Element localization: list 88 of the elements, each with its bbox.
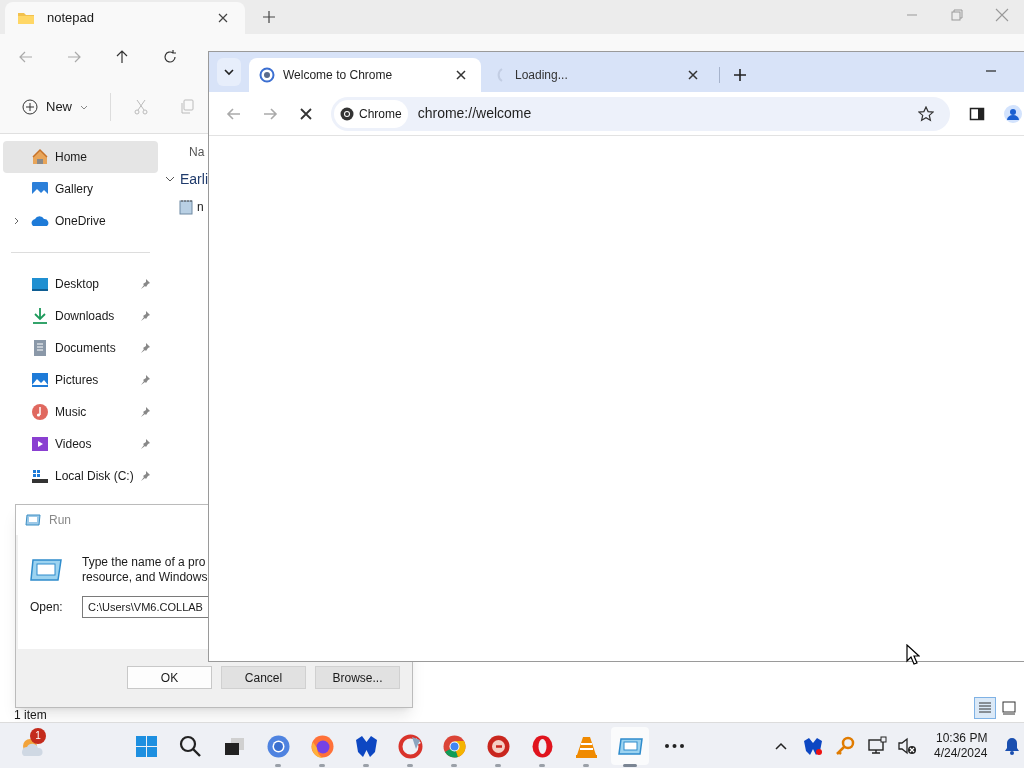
sidebar-item[interactable]: Gallery [3, 173, 158, 205]
chevron-down-icon[interactable] [165, 174, 175, 184]
restore-icon [950, 9, 963, 21]
explorer-tab[interactable]: notepad [5, 2, 245, 34]
back-icon [226, 105, 242, 122]
dialog-button[interactable]: Cancel [221, 666, 306, 689]
bookmark-star-icon [918, 105, 934, 122]
close-icon [994, 8, 1009, 22]
sidebar-item[interactable]: OneDrive [3, 205, 158, 237]
music-note-icon [31, 403, 49, 421]
tab-search-icon [224, 67, 234, 77]
open-field[interactable]: C:\Users\VM6.COLLAB [82, 596, 209, 618]
dialog-button[interactable]: Browse... [315, 666, 400, 689]
dialog-message: resource, and Windows [82, 570, 208, 585]
copy-icon [179, 98, 195, 115]
notepad-icon [179, 199, 193, 215]
notification-badge: 1 [30, 728, 46, 744]
spinner-icon [259, 67, 275, 83]
column-header[interactable]: Na [189, 140, 205, 164]
chevron-right-icon[interactable] [13, 217, 21, 225]
document-icon [31, 339, 49, 357]
chrome-icon [441, 733, 467, 759]
bell-icon [1004, 737, 1021, 755]
field-label: Open: [30, 599, 64, 616]
sidebar-item[interactable]: Pictures [3, 364, 158, 396]
url-text: chrome://welcome [417, 104, 533, 123]
sidebar-item[interactable]: Downloads [3, 300, 158, 332]
more-icon [664, 744, 684, 748]
tab-search-button[interactable] [217, 58, 241, 86]
stop-icon [299, 106, 313, 121]
shield-m-icon [353, 733, 379, 759]
sidebar-item[interactable]: Music [3, 396, 158, 428]
dialog-title: Run [49, 512, 71, 529]
download-icon [31, 307, 49, 325]
profile-icon [1004, 104, 1022, 123]
sidebar-item[interactable]: Desktop [3, 268, 158, 300]
close-tab-icon [455, 69, 467, 81]
network-monitor-icon [867, 736, 887, 756]
sidebar-item[interactable]: Home [3, 141, 158, 173]
forward-icon [262, 105, 278, 122]
dialog-button[interactable]: OK [127, 666, 212, 689]
side-panel-icon [969, 105, 985, 122]
speaker-muted-icon [897, 736, 917, 756]
browser-tab[interactable]: Loading... [481, 58, 713, 92]
video-icon [31, 435, 49, 453]
folder-icon [17, 11, 35, 25]
address-bar[interactable]: Chrome chrome://welcome [331, 96, 950, 131]
image-icon [31, 180, 49, 198]
firefox-icon [309, 733, 335, 759]
search-icon [177, 733, 203, 759]
key-icon [835, 736, 855, 756]
windows-logo-icon [133, 733, 159, 759]
clock[interactable]: 10:36 PM 4/24/2024 [928, 731, 994, 761]
new-tab-icon [733, 68, 747, 82]
status-text: 1 item [14, 709, 47, 721]
forward-icon [66, 49, 82, 65]
shield-m-icon [803, 736, 823, 756]
refresh-icon [162, 49, 178, 65]
chrome-logo-icon [340, 106, 354, 121]
drive-icon [31, 467, 49, 485]
sidebar-item[interactable]: Videos [3, 428, 158, 460]
tiles-view-icon [1001, 700, 1017, 716]
sidebar-item[interactable]: Documents [3, 332, 158, 364]
run-app-icon [30, 559, 62, 581]
group-header: Earli [180, 169, 208, 189]
circle-app-icon [485, 733, 511, 759]
plus-icon [22, 98, 38, 115]
cleaner-icon [397, 733, 423, 759]
image-icon [31, 371, 49, 389]
run-app-icon [25, 514, 41, 526]
sidebar-item[interactable]: Local Disk (C:) [3, 460, 158, 492]
cut-icon [133, 98, 149, 115]
close-tab-icon [687, 69, 699, 81]
new-tab-icon [262, 10, 276, 24]
weather-button[interactable]: 1 [18, 728, 50, 762]
site-chip[interactable]: Chrome [334, 99, 408, 128]
opera-icon [529, 733, 555, 759]
new-button[interactable]: New [14, 90, 96, 123]
up-icon [114, 49, 130, 65]
browser-tab[interactable]: Welcome to Chrome [249, 58, 481, 92]
browser-icon [265, 733, 291, 759]
house-icon [31, 148, 49, 166]
details-view-button[interactable] [974, 697, 996, 719]
back-icon [18, 49, 34, 65]
monitor-icon [31, 275, 49, 293]
file-name[interactable]: n [197, 198, 204, 216]
dialog-message: Type the name of a pro [82, 555, 207, 570]
details-view-icon [977, 700, 993, 716]
